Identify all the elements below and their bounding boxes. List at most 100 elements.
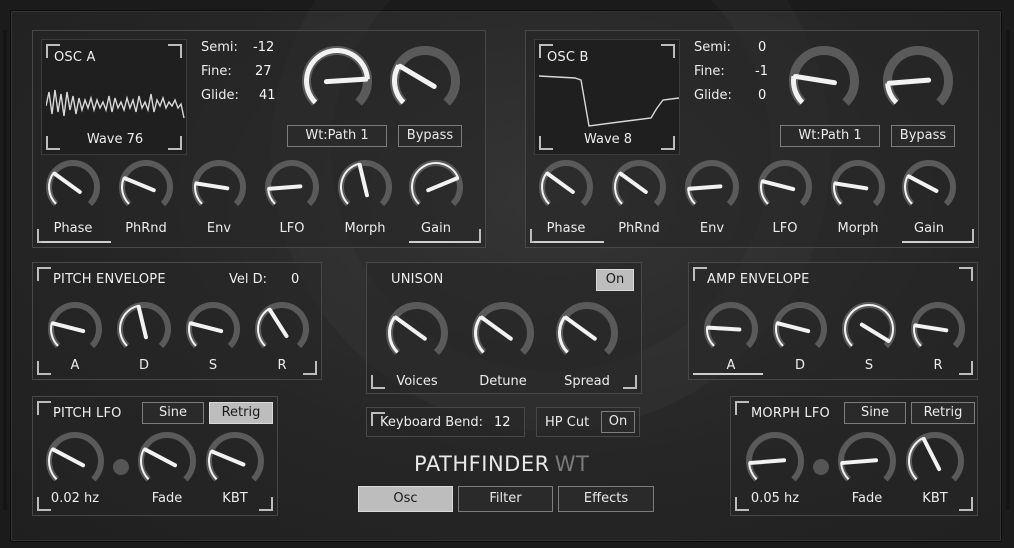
unison-detune-knob[interactable]: [471, 301, 535, 365]
osc-a-morph-knob[interactable]: [337, 159, 393, 215]
osc-b-wt-morph-knob[interactable]: [882, 45, 954, 117]
morph-lfo-panel: MORPH LFO Sine Retrig 0.05 hz Fade KBT: [730, 396, 978, 516]
osc-a-wt-position-knob[interactable]: [301, 45, 373, 117]
pitch-lfo-retrig-button[interactable]: Retrig: [209, 402, 273, 424]
osc-a-panel: OSC A Wave 76 Semi: -12 Fine: 27 Glide: …: [32, 30, 486, 248]
pitch-envelope-release-knob[interactable]: [254, 301, 310, 357]
hp-cut-on-toggle[interactable]: On: [601, 411, 635, 433]
osc-a-semi-label: Semi:: [201, 40, 238, 55]
unison-on-toggle[interactable]: On: [596, 269, 634, 291]
knob-pointer: [426, 176, 460, 193]
osc-b-waveform: [539, 75, 679, 127]
knob-pointer: [52, 171, 82, 194]
osc-a-wt-morph-knob[interactable]: [389, 45, 461, 117]
hp-cut-label: HP Cut: [545, 415, 590, 430]
knob-pointer: [563, 315, 597, 341]
osc-b-glide-label: Glide:: [694, 88, 732, 103]
knob-pointer: [859, 322, 891, 343]
amp-envelope-release-knob[interactable]: [910, 301, 966, 357]
morph-lfo-shape-button[interactable]: Sine: [844, 402, 906, 424]
nav-osc-tab[interactable]: Osc: [358, 486, 453, 512]
pitch-envelope-a-label: A: [70, 358, 80, 373]
osc-a-bypass-button[interactable]: Bypass: [398, 125, 462, 147]
morph-lfo-retrig-button[interactable]: Retrig: [911, 402, 975, 424]
osc-b-lfo-knob[interactable]: [757, 159, 813, 215]
osc-b-lfo-label: LFO: [772, 221, 798, 236]
nav-effects-tab[interactable]: Effects: [558, 486, 654, 512]
pitch-lfo-panel: PITCH LFO Sine Retrig 0.02 hz Fade KBT: [32, 396, 278, 516]
pitch-lfo-fade-knob[interactable]: [137, 431, 197, 491]
knob-track: [556, 302, 618, 355]
morph-lfo-fade-knob[interactable]: [837, 431, 897, 491]
knob-pointer: [748, 458, 787, 465]
osc-b-wt-path-button[interactable]: Wt:Path 1: [780, 125, 880, 147]
osc-a-wave-name: Wave 76: [86, 132, 144, 147]
pitch-envelope-panel: PITCH ENVELOPE Vel D: 0 A D S R: [32, 262, 322, 380]
amp-envelope-attack-knob[interactable]: [703, 301, 759, 357]
morph-lfo-sync-indicator: [813, 459, 829, 475]
osc-b-semi-value[interactable]: 0: [758, 40, 766, 55]
osc-a-phase-knob[interactable]: [45, 159, 101, 215]
nav-filter-tab[interactable]: Filter: [458, 486, 553, 512]
osc-b-wt-position-knob[interactable]: [788, 45, 860, 117]
osc-b-phrnd-knob[interactable]: [611, 159, 667, 215]
pitch-envelope-attack-knob[interactable]: [47, 301, 103, 357]
osc-a-lfo-label: LFO: [279, 221, 305, 236]
osc-b-bypass-button[interactable]: Bypass: [891, 125, 955, 147]
morph-lfo-rate-value: 0.05 hz: [750, 491, 800, 506]
pitch-envelope-vel-value[interactable]: 0: [291, 272, 299, 287]
osc-a-phrnd-knob[interactable]: [118, 159, 174, 215]
knob-pointer: [906, 174, 939, 193]
keyboard-bend-box: Keyboard Bend: 12: [366, 407, 525, 437]
osc-b-semi-label: Semi:: [694, 40, 731, 55]
osc-b-phase-knob[interactable]: [538, 159, 594, 215]
osc-b-wave-name: Wave 8: [583, 132, 633, 147]
amp-envelope-r-label: R: [933, 358, 943, 373]
pathfinder-logo: PATHFINDER WT: [414, 452, 589, 476]
amp-envelope-decay-knob[interactable]: [772, 301, 828, 357]
hp-cut-box: HP Cut On: [536, 407, 640, 437]
osc-a-lfo-knob[interactable]: [264, 159, 320, 215]
pitch-lfo-shape-button[interactable]: Sine: [142, 402, 204, 424]
osc-b-env-knob[interactable]: [684, 159, 740, 215]
osc-a-gain-knob[interactable]: [408, 159, 464, 215]
osc-b-glide-value[interactable]: 0: [758, 88, 766, 103]
osc-a-semi-value[interactable]: -12: [253, 40, 274, 55]
knob-pointer: [393, 315, 427, 341]
amp-envelope-sustain-knob[interactable]: [841, 301, 897, 357]
osc-b-gain-knob[interactable]: [901, 159, 957, 215]
pitch-lfo-kbt-label: KBT: [222, 491, 248, 506]
pitch-envelope-decay-knob[interactable]: [116, 301, 172, 357]
osc-b-wave-display[interactable]: OSC B Wave 8: [534, 39, 680, 155]
osc-a-wave-display[interactable]: OSC A Wave 76: [41, 39, 187, 155]
knob-pointer: [397, 63, 437, 89]
knob-pointer: [792, 73, 838, 86]
unison-voices-knob[interactable]: [385, 301, 449, 365]
osc-a-wt-path-button[interactable]: Wt:Path 1: [287, 125, 387, 147]
knob-pointer: [913, 323, 949, 333]
osc-a-env-knob[interactable]: [191, 159, 247, 215]
osc-a-gain-label: Gain: [421, 221, 451, 236]
osc-a-fine-value[interactable]: 27: [255, 64, 272, 79]
pitch-lfo-rate-knob[interactable]: [45, 431, 105, 491]
morph-lfo-title: MORPH LFO: [751, 406, 830, 421]
pitch-envelope-r-label: R: [277, 358, 287, 373]
knob-pointer: [51, 447, 86, 468]
osc-b-morph-knob[interactable]: [830, 159, 886, 215]
knob-pointer: [267, 184, 303, 191]
pitch-envelope-sustain-knob[interactable]: [185, 301, 241, 357]
osc-b-morph-label: Morph: [837, 221, 879, 236]
morph-lfo-kbt-knob[interactable]: [905, 431, 965, 491]
knob-track: [386, 302, 448, 355]
right-rail: [1006, 30, 1010, 510]
knob-pointer: [921, 436, 942, 472]
unison-spread-knob[interactable]: [555, 301, 619, 365]
keyboard-bend-value[interactable]: 12: [494, 415, 511, 430]
osc-b-fine-value[interactable]: -1: [755, 64, 768, 79]
pitch-lfo-kbt-knob[interactable]: [205, 431, 265, 491]
morph-lfo-rate-knob[interactable]: [745, 431, 805, 491]
osc-a-morph-label: Morph: [344, 221, 386, 236]
knob-pointer: [775, 321, 811, 334]
logo-main-text: PATHFINDER: [414, 452, 550, 476]
osc-a-glide-value[interactable]: 41: [259, 88, 276, 103]
